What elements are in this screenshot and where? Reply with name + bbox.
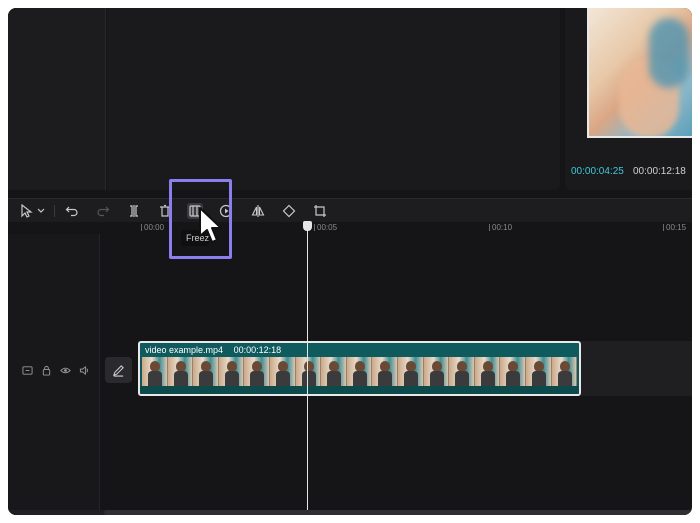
media-panel	[8, 8, 106, 190]
clip-thumbnail	[346, 357, 373, 387]
rotate-icon[interactable]	[281, 203, 297, 219]
clip-audio-strip	[140, 386, 579, 394]
properties-panel	[107, 8, 560, 190]
clip-thumbnail	[397, 357, 424, 387]
total-time: 00:00:12:18	[633, 166, 686, 177]
clip-thumbnail	[423, 357, 450, 387]
split-icon[interactable]	[126, 203, 142, 219]
clip-thumbnail	[295, 357, 322, 387]
clip-duration: 00:00:12:18	[233, 345, 282, 355]
cover-icon[interactable]	[20, 363, 34, 377]
player-panel: 00:00:04:25 00:00:12:18	[565, 8, 692, 190]
video-clip[interactable]: video example.mp4 00:00:12:18	[138, 341, 581, 396]
timeline-toolbar	[8, 198, 692, 222]
playhead-handle[interactable]	[303, 221, 312, 231]
undo-icon[interactable]	[64, 203, 80, 219]
clip-thumbnail	[193, 357, 219, 387]
clip-thumbnails	[142, 357, 578, 387]
edit-cover-button[interactable]	[105, 357, 132, 383]
clip-thumbnail	[244, 357, 270, 387]
scrollbar-thumb[interactable]	[104, 510, 692, 515]
video-preview[interactable]	[587, 8, 692, 138]
chevron-down-icon[interactable]	[36, 203, 46, 219]
timeline-scrollbar[interactable]	[8, 510, 692, 515]
crop-icon[interactable]	[312, 203, 328, 219]
redo-icon[interactable]	[95, 203, 111, 219]
ruler-label-10: 00:10	[488, 223, 513, 232]
clip-thumbnail	[269, 357, 296, 387]
pencil-icon	[113, 364, 124, 377]
clip-thumbnail	[218, 357, 245, 387]
playhead-line[interactable]	[307, 228, 308, 515]
clip-label: video example.mp4 00:00:12:18	[145, 345, 289, 355]
lock-icon[interactable]	[39, 363, 53, 377]
clip-thumbnail	[167, 357, 194, 387]
timeline-ruler[interactable]: 00:00 00:05 00:10 00:15	[8, 222, 692, 234]
editor-window: 00:00:04:25 00:00:12:18 00:00 00:05 00:1…	[8, 8, 692, 515]
clip-thumbnail	[142, 357, 168, 387]
clip-name: video example.mp4	[145, 345, 224, 355]
current-time: 00:00:04:25	[571, 166, 624, 177]
track-controls	[20, 363, 91, 377]
clip-thumbnail	[525, 357, 552, 387]
ruler-label-15: 00:15	[662, 223, 687, 232]
speaker-icon[interactable]	[77, 363, 91, 377]
clip-thumbnail	[321, 357, 347, 387]
ruler-label-0: 00:00	[140, 223, 165, 232]
clip-thumbnail	[474, 357, 501, 387]
mirror-icon[interactable]	[250, 203, 266, 219]
toolbar-divider	[54, 205, 55, 217]
eye-icon[interactable]	[58, 363, 72, 377]
mouse-cursor-icon	[199, 207, 222, 243]
clip-thumbnail	[449, 357, 475, 387]
clip-thumbnail	[372, 357, 398, 387]
preview-background	[649, 18, 689, 88]
select-icon[interactable]	[18, 203, 34, 219]
clip-thumbnail	[551, 357, 578, 387]
clip-thumbnail	[500, 357, 526, 387]
ruler-label-5: 00:05	[313, 223, 338, 232]
